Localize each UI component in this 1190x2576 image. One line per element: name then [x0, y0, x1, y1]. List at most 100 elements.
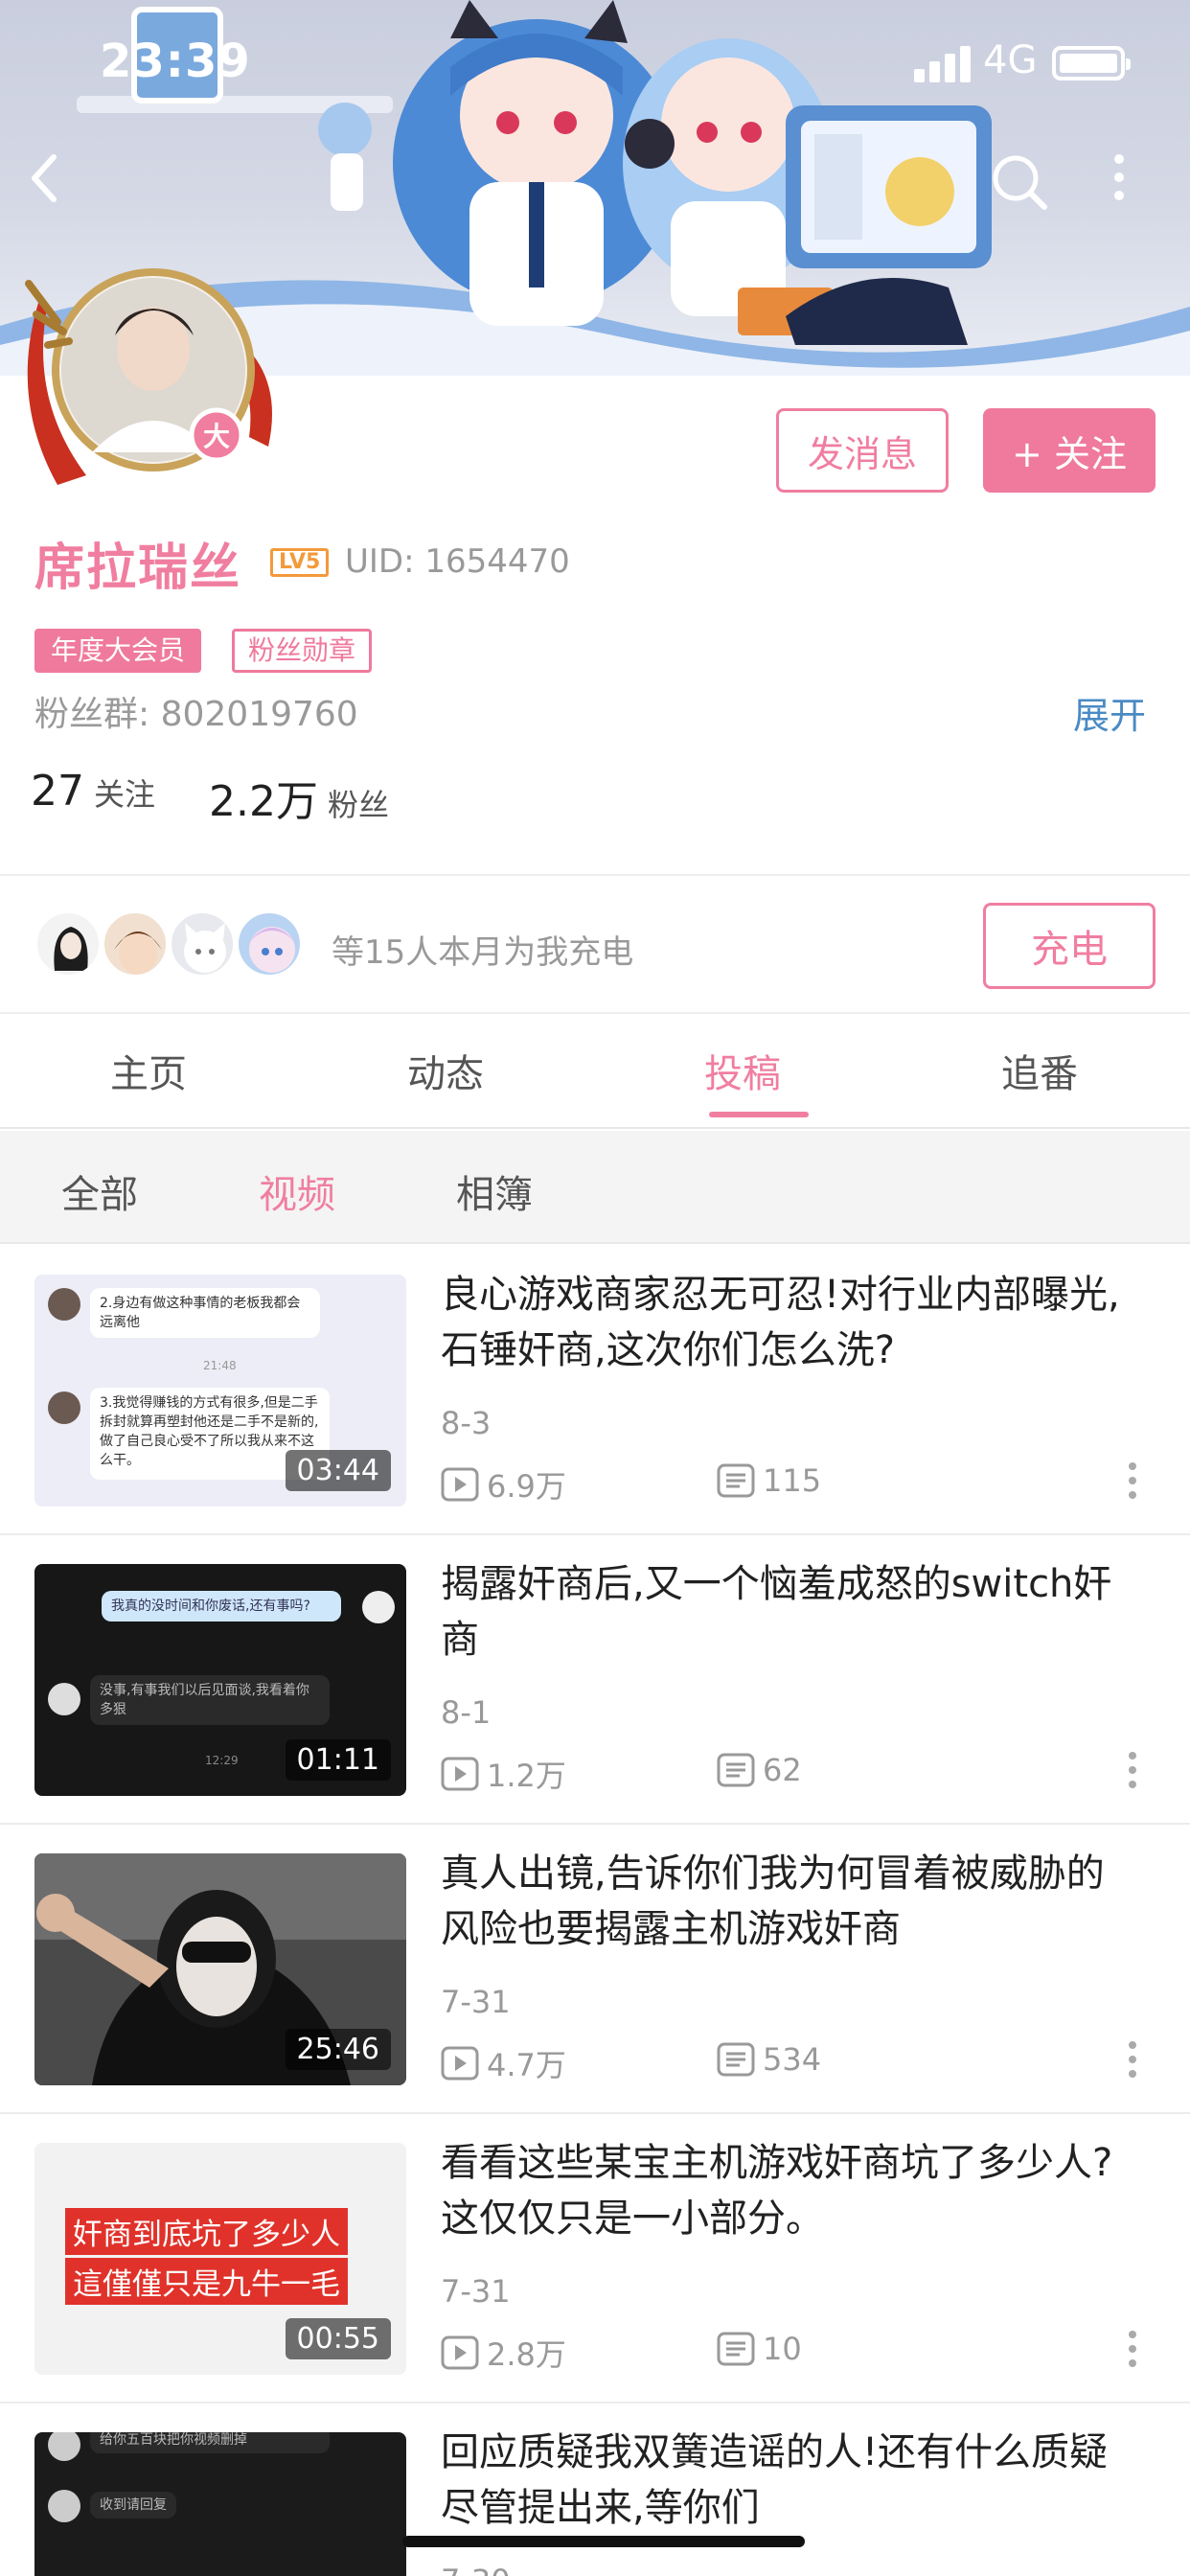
charge-button[interactable]: 充电	[983, 903, 1156, 989]
video-title[interactable]: 真人出镜,告诉你们我为何冒着被威胁的风险也要揭露主机游戏奸商	[441, 1846, 1140, 1957]
fan-group: 粉丝群: 802019760	[34, 695, 358, 734]
followers-count: 2.2万	[209, 777, 318, 826]
chat-avatar	[362, 1591, 395, 1623]
tab-bangumi[interactable]: 追番	[891, 1014, 1188, 1127]
battery-icon	[1052, 46, 1131, 80]
home-indicator[interactable]	[402, 2536, 805, 2547]
chat-avatar	[48, 1288, 80, 1321]
charger-avatar[interactable]	[169, 910, 236, 978]
signal-icon	[914, 44, 972, 82]
expand-link[interactable]: 展开	[1073, 686, 1146, 739]
charger-avatar[interactable]	[102, 910, 169, 978]
comment-count: 62	[717, 1752, 802, 1788]
thumb-caption: 奸商到底坑了多少人	[65, 2208, 348, 2255]
avatar[interactable]: 大	[19, 264, 287, 494]
network-type: 4G	[983, 38, 1038, 82]
back-button[interactable]	[29, 153, 86, 222]
comment-count: 10	[717, 2331, 802, 2367]
search-icon	[993, 155, 1047, 210]
video-more-button[interactable]	[1121, 1752, 1144, 1796]
followers-label: 粉丝	[327, 787, 389, 823]
tab-home[interactable]: 主页	[0, 1014, 297, 1127]
following-count: 27	[31, 767, 84, 816]
video-item[interactable]: 给你五百块把你视频删掉 收到请回复 回应质疑我双簧造谣的人!还有什么质疑尽管提出…	[0, 2404, 1190, 2576]
subtab-all[interactable]: 全部	[61, 1163, 138, 1219]
following-label: 关注	[94, 776, 156, 813]
more-options-button[interactable]	[1113, 153, 1154, 222]
subtab-videos[interactable]: 视频	[259, 1163, 335, 1219]
thumb-caption: 這僅僅只是九牛一毛	[65, 2258, 348, 2305]
video-date: 8-3	[441, 1405, 492, 1441]
view-count: 1.2万	[441, 1752, 566, 1796]
follow-button[interactable]: + 关注	[983, 408, 1156, 493]
video-thumbnail[interactable]: 2.身边有做这种事情的老板我都会远离他 21:48 3.我觉得赚钱的方式有很多,…	[34, 1275, 406, 1506]
comment-count-icon	[717, 1463, 755, 1498]
avatar-frame	[25, 268, 272, 485]
chat-avatar	[48, 2432, 80, 2461]
play-count-icon	[441, 2335, 479, 2370]
video-duration: 01:11	[285, 1739, 391, 1781]
back-arrow-icon	[32, 154, 57, 202]
send-message-button[interactable]: 发消息	[776, 408, 949, 493]
uid-text: UID: 1654470	[345, 542, 570, 581]
video-date: 8-1	[441, 1694, 492, 1731]
comment-count-value: 62	[763, 1752, 802, 1788]
charge-summary: 等15人本月为我充电	[332, 933, 634, 972]
profile-tabs: 主页 动态 投稿 追番	[0, 1014, 1190, 1129]
video-date: 7-31	[441, 1984, 511, 2020]
video-list: 2.身边有做这种事情的老板我都会远离他 21:48 3.我觉得赚钱的方式有很多,…	[0, 1246, 1190, 2576]
play-count-icon	[441, 2046, 479, 2081]
comment-count-icon	[717, 1753, 755, 1787]
tab-submissions[interactable]: 投稿	[594, 1014, 891, 1127]
view-count: 6.9万	[441, 1462, 566, 1506]
video-thumbnail[interactable]: 25:46	[34, 1853, 406, 2085]
video-item[interactable]: 奸商到底坑了多少人 這僅僅只是九牛一毛 00:55 看看这些某宝主机游戏奸商坑了…	[0, 2114, 1190, 2404]
video-item[interactable]: 我真的没时间和你废话,还有事吗? 没事,有事我们以后见面谈,我看着你多狠 12:…	[0, 1535, 1190, 1825]
video-item[interactable]: 25:46 真人出镜,告诉你们我为何冒着被威胁的风险也要揭露主机游戏奸商 7-3…	[0, 1825, 1190, 2114]
charger-avatar[interactable]	[34, 910, 102, 978]
video-duration: 00:55	[285, 2318, 391, 2359]
more-vertical-icon	[1114, 154, 1124, 200]
view-count-value: 2.8万	[487, 2336, 566, 2373]
comment-count-value: 10	[763, 2331, 802, 2367]
status-time: 23:39	[100, 34, 251, 88]
view-count-value: 4.7万	[487, 2047, 566, 2083]
comment-count: 115	[717, 1462, 821, 1499]
thumb-chat-bubble: 给你五百块把你视频删掉	[90, 2432, 330, 2453]
video-more-button[interactable]	[1121, 2041, 1144, 2085]
following-stat[interactable]: 27 关注	[31, 767, 155, 816]
thumb-chat-bubble: 我真的没时间和你废话,还有事吗?	[102, 1591, 341, 1622]
video-more-button[interactable]	[1121, 2331, 1144, 2375]
video-item[interactable]: 2.身边有做这种事情的老板我都会远离他 21:48 3.我觉得赚钱的方式有很多,…	[0, 1246, 1190, 1535]
followers-stat[interactable]: 2.2万 粉丝	[209, 767, 389, 828]
video-thumbnail[interactable]: 我真的没时间和你废话,还有事吗? 没事,有事我们以后见面谈,我看着你多狠 12:…	[34, 1564, 406, 1796]
video-thumbnail[interactable]: 奸商到底坑了多少人 這僅僅只是九牛一毛 00:55	[34, 2143, 406, 2375]
comment-count-icon	[717, 2332, 755, 2366]
video-duration: 03:44	[285, 1450, 391, 1491]
play-count-icon	[441, 1467, 479, 1502]
video-title[interactable]: 回应质疑我双簧造谣的人!还有什么质疑尽管提出来,等你们	[441, 2425, 1140, 2536]
fan-medal-badge[interactable]: 粉丝勋章	[232, 629, 373, 673]
charger-avatar[interactable]	[236, 910, 303, 978]
comment-count: 534	[717, 2041, 821, 2078]
level-badge: LV5	[270, 548, 330, 577]
subtab-albums[interactable]: 相簿	[456, 1163, 533, 1219]
play-count-icon	[441, 1757, 479, 1791]
video-thumbnail[interactable]: 给你五百块把你视频删掉 收到请回复	[34, 2432, 406, 2576]
search-button[interactable]	[991, 153, 1060, 222]
comment-count-value: 534	[763, 2041, 822, 2078]
video-duration: 25:46	[285, 2029, 391, 2070]
username: 席拉瑞丝	[34, 540, 242, 597]
view-count: 4.7万	[441, 2041, 566, 2085]
tab-dynamics[interactable]: 动态	[297, 1014, 594, 1127]
video-title[interactable]: 良心游戏商家忍无可忍!对行业内部曝光,石锤奸商,这次你们怎么洗?	[441, 1267, 1140, 1378]
thumb-chat-bubble: 没事,有事我们以后见面谈,我看着你多狠	[90, 1675, 330, 1725]
view-count: 2.8万	[441, 2331, 566, 2375]
video-title[interactable]: 看看这些某宝主机游戏奸商坑了多少人?这仅仅只是一小部分。	[441, 2135, 1140, 2246]
view-count-value: 1.2万	[487, 1758, 566, 1794]
vip-badge: 年度大会员	[34, 629, 202, 673]
video-title[interactable]: 揭露奸商后,又一个恼羞成怒的switch奸商	[441, 1556, 1140, 1668]
video-more-button[interactable]	[1121, 1462, 1144, 1506]
thumb-chat-bubble: 2.身边有做这种事情的老板我都会远离他	[90, 1288, 320, 1338]
chat-avatar	[48, 1392, 80, 1424]
